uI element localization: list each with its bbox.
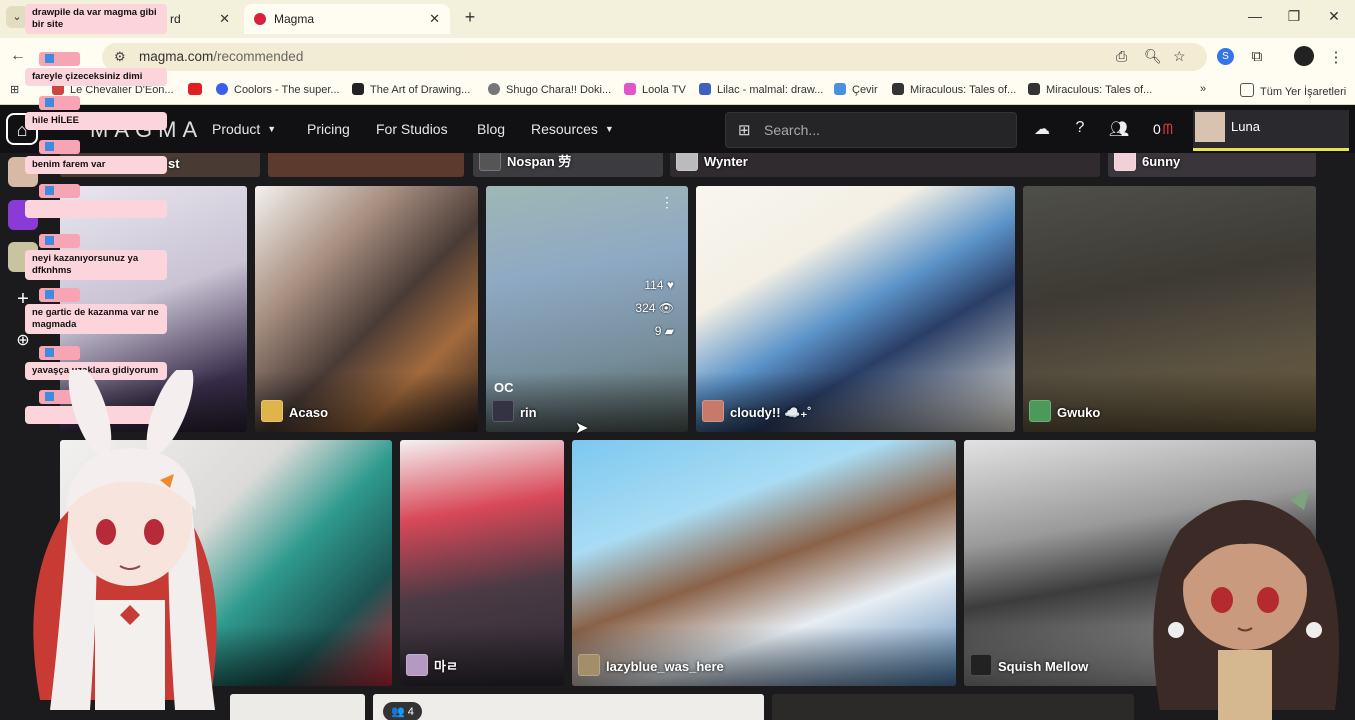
artist-name: lazyblue_was_here (578, 654, 724, 676)
bookmark-item[interactable]: Miraculous: Tales of... (892, 83, 1016, 96)
search-input[interactable]: ⊞ Search... (725, 112, 1017, 148)
chevron-down-icon: ▼ (604, 124, 614, 134)
bookmark-item[interactable]: Coolors - The super... (216, 83, 340, 96)
new-tab-button[interactable]: + (460, 8, 480, 28)
nav-for-studios[interactable]: For Studios (376, 121, 448, 137)
search-placeholder: Search... (764, 122, 821, 138)
grid-icon: ⊞ (738, 122, 751, 139)
close-tab-icon[interactable]: ✕ (429, 4, 440, 34)
bookmark-item[interactable]: The Art of Drawing... (352, 83, 470, 96)
artist-name: 마ㄹ (406, 654, 458, 676)
chat-message: user neyi kazanıyorsunuz ya dfknhms (25, 234, 167, 280)
chat-message: user fareyle çizeceksiniz dimi (25, 52, 167, 86)
tab-strip: ⌄ rd ✕ Magma ✕ + — ❐ ✕ (0, 0, 1355, 38)
art-card[interactable]: 6unny (1108, 149, 1316, 177)
art-card[interactable] (230, 694, 365, 720)
artist-name: Acaso (261, 400, 328, 422)
chat-message: user benim farem var (25, 140, 167, 174)
all-bookmarks-folder[interactable]: Tüm Yer İşaretleri (1240, 83, 1346, 98)
close-window-icon[interactable]: ✕ (1324, 8, 1344, 25)
bookmark-star-icon[interactable]: ☆ (1173, 48, 1186, 65)
bookmark-item[interactable]: Loola TV (624, 83, 686, 96)
restore-icon[interactable]: ❐ (1284, 8, 1304, 25)
art-card[interactable]: lazyblue_was_here (572, 440, 956, 686)
profile-avatar[interactable] (1294, 46, 1314, 66)
views-count: 324 👁︎ (635, 301, 674, 315)
bookmark-item[interactable]: Shugo Chara!! Doki... (488, 83, 611, 96)
tab-title: Magma (274, 12, 315, 26)
collaborators-badge: 👥 4 (383, 702, 422, 720)
magma-points[interactable]: 0ᗰ (1153, 121, 1173, 138)
vtuber-chibi-avatar (1153, 488, 1340, 720)
magma-favicon-icon (254, 13, 266, 25)
bookmarks-bar: ⊞ Le Chevalier D'Eon... Coolors - The su… (0, 76, 1355, 105)
user-menu[interactable]: Luna (1193, 110, 1349, 151)
vtuber-bunny-avatar (33, 370, 217, 710)
browser-menu-icon[interactable]: ⋮ (1326, 48, 1346, 66)
avatar (1195, 112, 1225, 142)
bookmark-item[interactable]: Lilac - malmal: draw... (699, 83, 823, 96)
artist-name: cloudy!! ☁️₊˚ (702, 400, 812, 422)
extensions-puzzle-icon[interactable]: ⧉ (1247, 48, 1267, 65)
artist-name: rin (492, 400, 537, 422)
art-card[interactable] (268, 149, 464, 177)
help-icon[interactable]: ? (1069, 119, 1091, 137)
art-card[interactable]: cloudy!! ☁️₊˚ (696, 186, 1015, 432)
art-card[interactable]: Nospan 劳 (473, 149, 663, 177)
art-card[interactable]: Acaso (255, 186, 478, 432)
zoom-icon[interactable]: 🔍︎ (1144, 48, 1162, 65)
more-options-icon[interactable]: ⋮ (660, 194, 674, 211)
more-bookmarks-icon[interactable]: » (1200, 83, 1206, 95)
community-icon[interactable]: 👥︎ (1108, 119, 1130, 139)
nav-pricing[interactable]: Pricing (307, 121, 350, 137)
magma-header: ⌂ MAGMA Product▼ Pricing For Studios Blo… (0, 105, 1355, 153)
artist-name: st (168, 156, 180, 171)
browser-toolbar: ← ⚙ magma.com/recommended ⎙ 🔍︎ ☆ S ⧉ ⋮ (0, 38, 1355, 76)
install-app-icon[interactable]: ⎙ (1116, 48, 1127, 65)
bookmark-item[interactable]: Miraculous: Tales of... (1028, 83, 1152, 96)
nav-resources[interactable]: Resources ▼ (531, 121, 614, 137)
cloud-icon[interactable]: ☁ (1031, 119, 1053, 139)
chat-message: user (25, 184, 167, 218)
art-card[interactable]: Wynter (670, 149, 1100, 177)
nav-product[interactable]: Product ▼ (212, 121, 276, 137)
likes-count: 114 ♥ (644, 278, 674, 292)
tab-magma[interactable]: Magma ✕ (244, 4, 450, 34)
username: Luna (1231, 119, 1260, 134)
youtube-bookmark-icon[interactable] (188, 83, 208, 96)
art-card[interactable]: Gwuko (1023, 186, 1316, 432)
close-tab-icon[interactable]: ✕ (219, 4, 230, 34)
address-bar[interactable]: ⚙ magma.com/recommended ⎙ 🔍︎ ☆ (102, 43, 1207, 71)
chat-message: user hile HİLEE (25, 96, 167, 130)
tab-title: rd (170, 12, 181, 26)
extension-icon[interactable]: S (1217, 48, 1234, 65)
bookmark-item[interactable]: Çevir (834, 83, 878, 96)
comments-count: 9 ▰ (654, 324, 674, 338)
artwork-title: OC (494, 380, 514, 395)
artist-name: Gwuko (1029, 400, 1100, 422)
art-card[interactable]: 마ㄹ (400, 440, 564, 686)
art-card[interactable]: ⋮ 114 ♥ 324 👁︎ 9 ▰ OC rin (486, 186, 688, 432)
chat-message: drawpile da var magma gibi bir site (25, 2, 167, 34)
minimize-icon[interactable]: — (1245, 8, 1265, 24)
art-card[interactable] (772, 694, 1134, 720)
chevron-down-icon: ▼ (267, 124, 277, 134)
artist-name: Squish Mellow (970, 654, 1088, 676)
art-card[interactable]: 👥 4 (373, 694, 764, 720)
nav-blog[interactable]: Blog (477, 121, 505, 137)
chat-message: user ne gartic de kazanma var ne magmada (25, 288, 167, 334)
mouse-cursor: ➤ (575, 420, 589, 437)
apps-grid-icon[interactable]: ⊞ (10, 83, 19, 96)
